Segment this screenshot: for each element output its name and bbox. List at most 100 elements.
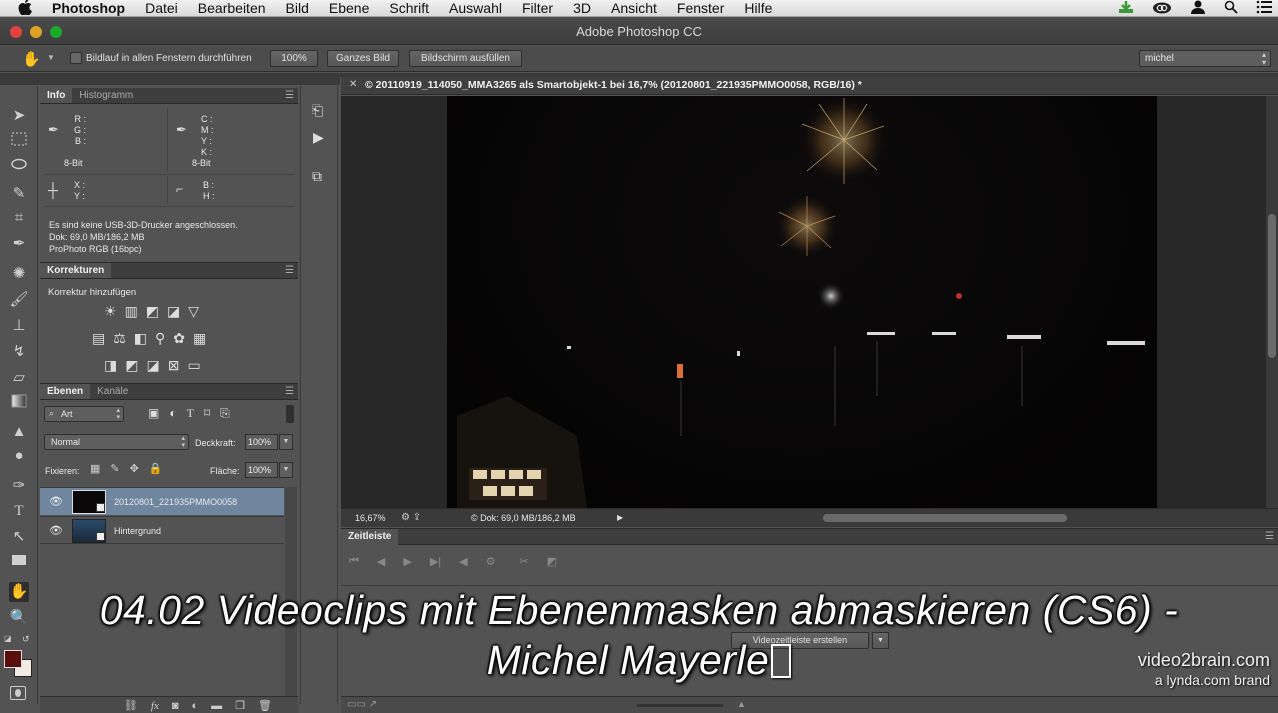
delete-layer-icon[interactable]: 🗑 <box>258 697 272 713</box>
color-lookup-icon[interactable]: ▦ <box>193 330 206 347</box>
tab-channels[interactable]: Kanäle <box>90 384 135 399</box>
visibility-eye-icon[interactable]: 👁 <box>49 524 63 537</box>
actions-panel-icon[interactable]: ▶ <box>313 129 324 146</box>
previous-frame-icon[interactable]: ◀ <box>377 555 385 568</box>
tab-adjustments[interactable]: Korrekturen <box>40 263 112 278</box>
zoom-slider[interactable] <box>637 704 723 707</box>
menu-hilfe[interactable]: Hilfe <box>744 0 772 16</box>
gradient-map-icon[interactable]: ▭ <box>187 357 200 374</box>
blend-mode-select[interactable]: Normal ▴ ▾ <box>44 434 189 450</box>
tab-timeline[interactable]: Zeitleiste <box>341 529 399 545</box>
filter-adjustment-icon[interactable]: ◐ <box>169 406 176 421</box>
lock-transparent-icon[interactable]: ▦ <box>90 462 100 475</box>
menu-ansicht[interactable]: Ansicht <box>611 0 657 16</box>
opacity-dropdown-icon[interactable]: ▼ <box>279 434 293 450</box>
status-icons[interactable]: ⚙ ⇪ <box>401 512 421 523</box>
add-mask-icon[interactable]: ◙ <box>172 697 179 713</box>
frame-animation-icon[interactable]: ▭▭ ↗ <box>347 699 377 710</box>
spotlight-search-icon[interactable] <box>1224 0 1238 17</box>
menu-filter[interactable]: Filter <box>522 0 553 16</box>
layer-row[interactable]: 👁 20120801_221935PMMO0058 <box>40 487 284 515</box>
channel-mixer-icon[interactable]: ✿ <box>173 330 185 347</box>
menu-bearbeiten[interactable]: Bearbeiten <box>198 0 266 16</box>
download-icon[interactable] <box>1118 0 1134 17</box>
menu-auswahl[interactable]: Auswahl <box>449 0 502 16</box>
brightness-contrast-icon[interactable]: ☀ <box>104 303 117 320</box>
new-adjustment-layer-icon[interactable]: ◐ <box>192 697 199 713</box>
clone-stamp-tool-icon[interactable]: ⊥ <box>9 316 29 336</box>
audio-icon[interactable]: ◀ <box>459 555 467 568</box>
fit-screen-button[interactable]: Ganzes Bild <box>327 50 399 67</box>
hand-tool-preset-icon[interactable]: ✋ <box>22 50 41 68</box>
menu-ebene[interactable]: Ebene <box>329 0 369 16</box>
posterize-icon[interactable]: ◩ <box>125 357 138 374</box>
3d-panel-icon[interactable]: ⧉ <box>312 168 322 185</box>
eyedropper-tool-icon[interactable]: ✒ <box>9 234 29 254</box>
zoom-mountain-icon[interactable]: ▲ <box>737 699 746 709</box>
curves-icon[interactable]: ◩ <box>146 303 159 320</box>
layer-filter-select[interactable]: ⌕ Art ▴ ▾ <box>44 406 124 422</box>
canvas-vertical-scrollbar[interactable] <box>1266 96 1278 508</box>
notification-center-icon[interactable] <box>1256 0 1272 17</box>
dodge-tool-icon[interactable]: ● <box>9 446 29 466</box>
link-layers-icon[interactable]: ⛓ <box>124 697 138 713</box>
fill-field[interactable]: 100% <box>245 462 278 478</box>
scroll-all-windows-checkbox[interactable] <box>70 52 82 64</box>
tab-info[interactable]: Info <box>40 88 73 103</box>
document-image[interactable] <box>447 96 1157 508</box>
app-menu[interactable]: Photoshop <box>52 0 125 16</box>
menu-schrift[interactable]: Schrift <box>389 0 429 16</box>
filter-smartobject-icon[interactable]: ⎘ <box>220 406 230 421</box>
preset-dropdown-arrow[interactable]: ▼ <box>47 53 55 62</box>
opacity-field[interactable]: 100% <box>245 434 278 450</box>
crop-tool-icon[interactable]: ⌗ <box>9 208 29 228</box>
move-tool-icon[interactable]: ➤ <box>9 106 29 126</box>
timeline-settings-icon[interactable]: ⚙ <box>486 555 496 568</box>
lock-all-icon[interactable]: 🔒 <box>149 462 163 475</box>
panel-collapse-bar[interactable] <box>0 77 340 85</box>
filter-type-icon[interactable]: T <box>187 406 194 421</box>
fill-dropdown-icon[interactable]: ▼ <box>279 462 293 478</box>
levels-icon[interactable]: ▥ <box>125 303 138 320</box>
eraser-tool-icon[interactable]: ▱ <box>9 368 29 388</box>
document-tab[interactable]: ✕ © 20110919_114050_MMA3265 als Smartobj… <box>341 77 1278 95</box>
lock-position-icon[interactable]: ✥ <box>130 462 139 475</box>
marquee-tool-icon[interactable] <box>9 132 29 152</box>
menu-3d[interactable]: 3D <box>573 0 591 16</box>
zoom-100-button[interactable]: 100% <box>270 50 318 67</box>
path-selection-tool-icon[interactable]: ↖ <box>9 527 29 547</box>
exposure-icon[interactable]: ◪ <box>167 303 180 320</box>
transition-icon[interactable]: ◩ <box>547 555 557 568</box>
new-group-icon[interactable]: ▬ <box>211 697 222 713</box>
blur-tool-icon[interactable]: ▲ <box>9 422 29 442</box>
new-layer-icon[interactable]: ❐ <box>235 697 245 713</box>
zoom-level-field[interactable]: 16,67% <box>355 513 386 523</box>
lasso-tool-icon[interactable] <box>9 158 29 178</box>
filter-shape-icon[interactable]: ⌑ <box>204 406 210 421</box>
menu-datei[interactable]: Datei <box>145 0 178 16</box>
photo-filter-icon[interactable]: ⚲ <box>155 330 165 347</box>
timeline-panel-menu-icon[interactable]: ☰ <box>1265 531 1274 542</box>
next-frame-icon[interactable]: ▶| <box>430 555 441 568</box>
split-at-playhead-icon[interactable]: ✂ <box>520 555 529 568</box>
layer-style-icon[interactable]: fx <box>151 697 159 713</box>
brush-tool-icon[interactable]: 🖌 <box>9 290 29 310</box>
selective-color-icon[interactable]: ⊠ <box>168 357 180 374</box>
type-tool-icon[interactable]: T <box>9 501 29 521</box>
color-balance-icon[interactable]: ⚖ <box>113 330 126 347</box>
history-brush-tool-icon[interactable]: ↯ <box>9 342 29 362</box>
pen-tool-icon[interactable]: ✑ <box>9 476 29 496</box>
filter-pixel-icon[interactable]: ▣ <box>148 406 159 421</box>
user-icon[interactable] <box>1190 0 1206 17</box>
fill-screen-button[interactable]: Bildschirm ausfüllen <box>409 50 522 67</box>
creative-cloud-icon[interactable] <box>1152 0 1172 17</box>
play-icon[interactable]: ▶ <box>403 555 411 568</box>
menu-fenster[interactable]: Fenster <box>677 0 724 16</box>
layers-panel-menu-icon[interactable]: ☰ <box>285 386 294 397</box>
black-white-icon[interactable]: ◧ <box>134 330 147 347</box>
tab-histogram[interactable]: Histogramm <box>72 88 140 103</box>
history-panel-icon[interactable]: ⎗ <box>312 102 323 119</box>
filter-toggle[interactable] <box>286 405 294 423</box>
tab-layers[interactable]: Ebenen <box>40 384 91 399</box>
invert-icon[interactable]: ◨ <box>104 357 117 374</box>
